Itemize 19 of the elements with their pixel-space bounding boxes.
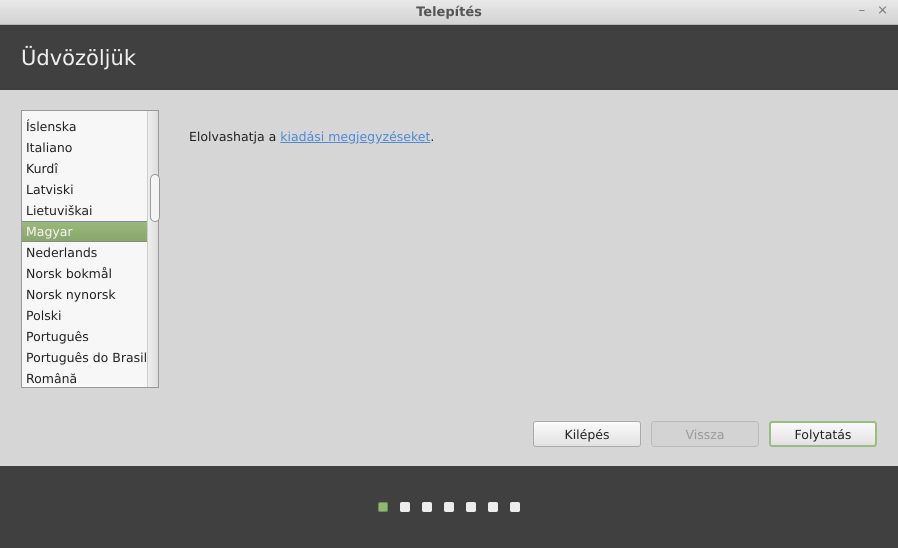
window-title: Telepítés [416,4,482,20]
release-notes-text: Elolvashatja a kiadási megjegyzéseket. [189,129,434,146]
language-item[interactable]: Português [22,326,148,347]
quit-button[interactable]: Kilépés [533,421,641,447]
language-item[interactable]: Norsk bokmål [22,263,148,284]
continue-button[interactable]: Folytatás [769,421,877,447]
scrollbar[interactable] [147,111,158,387]
language-item[interactable]: Português do Brasil [22,347,148,368]
language-item[interactable]: Lietuviškai [22,200,148,221]
language-item[interactable]: Română [22,368,148,389]
language-item[interactable]: Italiano [22,137,148,158]
language-item[interactable]: Latviski [22,179,148,200]
language-item[interactable]: Nederlands [22,242,148,263]
language-item[interactable]: Kurdî [22,158,148,179]
scrollbar-thumb[interactable] [150,174,160,222]
language-item[interactable]: Polski [22,305,148,326]
language-item[interactable]: Íslenska [22,116,148,137]
page-title: Üdvözöljük [21,46,136,70]
language-item[interactable]: Norsk nynorsk [22,284,148,305]
